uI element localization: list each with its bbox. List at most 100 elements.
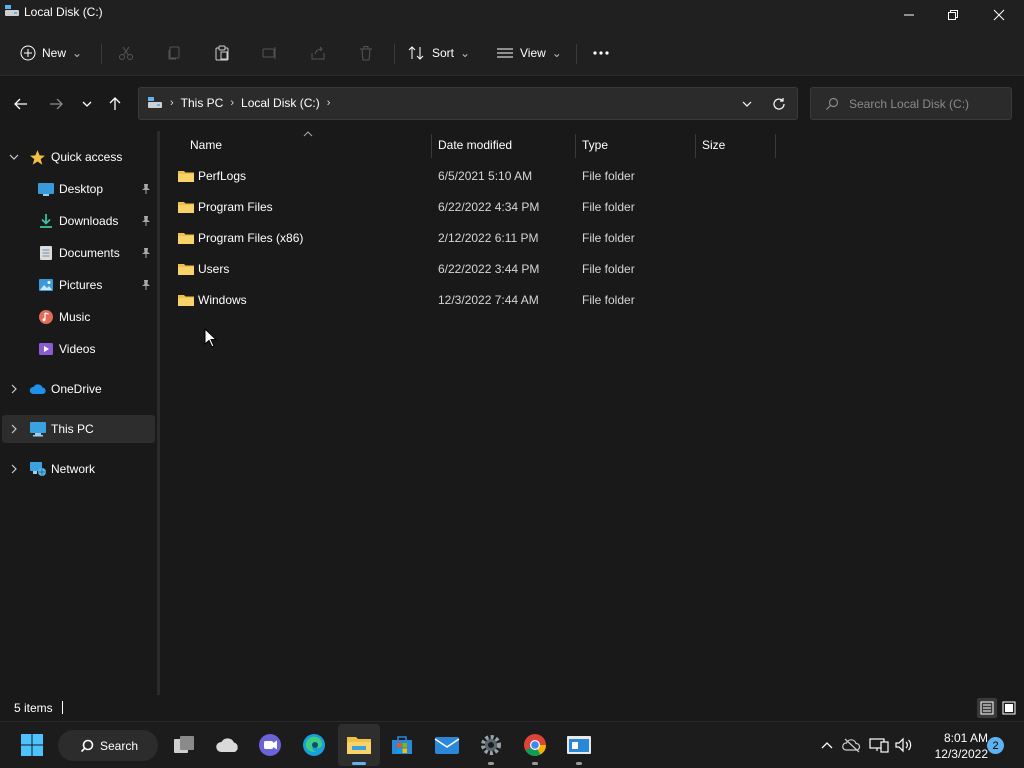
show-hidden-icons-button[interactable] [817,735,837,755]
pin-icon[interactable] [140,214,152,228]
tiles-view-button[interactable] [999,698,1019,718]
search-input[interactable] [849,96,1009,111]
chevron-right-icon[interactable] [8,382,20,396]
table-row[interactable]: Program Files 6/22/2022 4:34 PM File fol… [172,192,772,222]
restore-icon [948,10,958,20]
gear-icon [481,735,501,755]
network-tray-button[interactable] [869,735,889,755]
sidebar-item-network[interactable]: Network [2,455,155,483]
delete-button[interactable] [358,38,374,68]
pin-icon[interactable] [140,246,152,260]
windows-logo-icon [21,734,43,756]
column-header-size[interactable]: Size [702,131,725,159]
store-button[interactable] [388,731,416,759]
notification-badge[interactable]: 2 [987,737,1004,754]
restore-button[interactable] [930,0,976,30]
sidebar-item-this-pc[interactable]: This PC [2,415,155,443]
computer-icon [29,420,47,438]
sidebar-item-pictures[interactable]: Pictures [2,271,155,299]
refresh-button[interactable] [769,94,789,114]
address-row: › This PC › Local Disk (C:) › [0,77,1024,131]
column-header-date[interactable]: Date modified [438,131,512,159]
rename-button[interactable] [262,38,278,68]
onedrive-tray-button[interactable] [842,735,862,755]
copy-button[interactable] [166,38,182,68]
chrome-button[interactable] [521,731,549,759]
scissors-icon [119,46,133,60]
chevron-right-icon[interactable] [8,462,20,476]
start-button[interactable] [18,731,46,759]
chevron-up-icon [821,742,833,749]
file-explorer-button[interactable] [345,731,373,759]
minimize-button[interactable] [886,0,932,30]
column-divider[interactable] [431,134,432,158]
sort-label: Sort [432,46,455,60]
divider [101,44,102,64]
more-options-button[interactable] [592,38,610,68]
chrome-icon [524,734,546,756]
pin-icon[interactable] [140,278,152,292]
breadcrumb-local-disk[interactable]: Local Disk (C:) [241,96,320,110]
details-view-icon [980,701,994,715]
search-box[interactable] [810,87,1012,120]
column-divider[interactable] [775,134,776,158]
table-row[interactable]: PerfLogs 6/5/2021 5:10 AM File folder [172,161,772,191]
sort-button[interactable]: Sort ⌄ [408,38,470,68]
sidebar-item-label: This PC [51,422,94,436]
cloud-offline-icon [842,738,861,753]
column-divider[interactable] [575,134,576,158]
sidebar-item-onedrive[interactable]: OneDrive [2,375,155,403]
table-row[interactable]: Program Files (x86) 2/12/2022 6:11 PM Fi… [172,223,772,253]
cut-button[interactable] [118,38,134,68]
up-button[interactable] [102,91,128,117]
teams-chat-button[interactable] [256,731,284,759]
file-name: Windows [198,293,247,307]
paste-button[interactable] [214,38,230,68]
breadcrumb-this-pc[interactable]: This PC [181,96,224,110]
chevron-right-icon[interactable] [8,422,20,436]
edge-button[interactable] [300,731,328,759]
status-divider [62,701,63,714]
sidebar-item-documents[interactable]: Documents [2,239,155,267]
plus-circle-icon [20,45,36,61]
remote-desktop-button[interactable] [565,731,593,759]
sidebar-item-downloads[interactable]: Downloads [2,207,155,235]
folder-icon [178,202,194,213]
mail-button[interactable] [433,731,461,759]
sidebar-item-desktop[interactable]: Desktop [2,175,155,203]
column-header-type[interactable]: Type [582,131,608,159]
chevron-right-icon[interactable]: › [327,97,331,109]
column-header-name[interactable]: Name [190,131,222,159]
table-row[interactable]: Windows 12/3/2022 7:44 AM File folder [172,285,772,315]
active-indicator [352,762,366,765]
table-row[interactable]: Users 6/22/2022 3:44 PM File folder [172,254,772,284]
widgets-button[interactable] [214,731,242,759]
sidebar-item-videos[interactable]: Videos [2,335,155,363]
taskbar-search-button[interactable]: Search [58,730,158,761]
volume-button[interactable] [894,735,914,755]
settings-button[interactable] [477,731,505,759]
forward-button[interactable] [43,91,69,117]
sidebar-item-label: Music [59,310,91,324]
details-view-button[interactable] [977,698,997,718]
back-button[interactable] [8,91,34,117]
close-button[interactable] [976,0,1022,30]
item-count: 5 items [14,701,53,715]
sidebar-item-quick-access[interactable]: Quick access [2,143,155,171]
new-button[interactable]: New ⌄ [20,38,82,68]
task-view-button[interactable] [170,731,198,759]
address-bar[interactable]: › This PC › Local Disk (C:) › [138,87,798,120]
clock[interactable]: 8:01 AM 12/3/2022 [918,730,988,762]
sidebar-item-music[interactable]: Music [2,303,155,331]
sidebar-item-label: Network [51,462,96,476]
view-button[interactable]: View ⌄ [496,38,562,68]
pin-icon[interactable] [140,182,152,196]
sidebar-item-label: Videos [59,342,96,356]
file-list: Name Date modified Type Size PerfLogs 6/… [160,131,1024,695]
column-divider[interactable] [695,134,696,158]
address-history-button[interactable] [737,94,757,114]
chevron-down-icon [742,101,752,107]
share-button[interactable] [310,38,326,68]
chevron-down-icon[interactable] [8,150,20,164]
recent-locations-button[interactable] [74,91,100,117]
